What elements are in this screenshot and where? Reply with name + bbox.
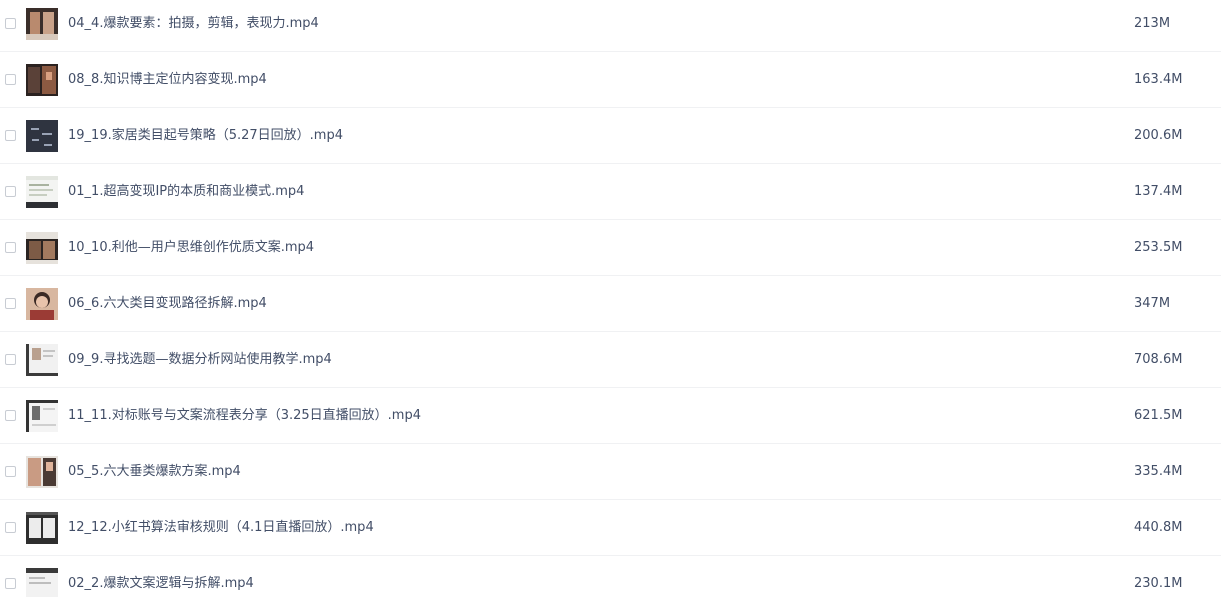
file-row[interactable]: 06_6.六大类目变现路径拆解.mp4 347M [0, 276, 1221, 332]
row-checkbox[interactable] [5, 298, 16, 309]
file-name[interactable]: 05_5.六大垂类爆款方案.mp4 [68, 463, 241, 481]
file-name[interactable]: 06_6.六大类目变现路径拆解.mp4 [68, 295, 267, 313]
file-size: 200.6M [1134, 128, 1183, 143]
video-thumbnail[interactable] [26, 512, 58, 544]
row-checkbox[interactable] [5, 18, 16, 29]
row-checkbox[interactable] [5, 466, 16, 477]
video-thumbnail[interactable] [26, 400, 58, 432]
file-row[interactable]: 02_2.爆款文案逻辑与拆解.mp4 230.1M [0, 556, 1221, 597]
file-name[interactable]: 04_4.爆款要素：拍摄，剪辑，表现力.mp4 [68, 15, 319, 33]
file-name[interactable]: 08_8.知识博主定位内容变现.mp4 [68, 71, 267, 89]
file-row[interactable]: 19_19.家居类目起号策略（5.27日回放）.mp4 200.6M [0, 108, 1221, 164]
file-name[interactable]: 01_1.超高变现IP的本质和商业模式.mp4 [68, 183, 304, 201]
file-row[interactable]: 09_9.寻找选题—数据分析网站使用教学.mp4 708.6M [0, 332, 1221, 388]
video-thumbnail[interactable] [26, 120, 58, 152]
file-size: 253.5M [1134, 240, 1183, 255]
file-size: 347M [1134, 296, 1171, 311]
file-row[interactable]: 01_1.超高变现IP的本质和商业模式.mp4 137.4M [0, 164, 1221, 220]
file-size: 163.4M [1134, 72, 1183, 87]
row-checkbox[interactable] [5, 522, 16, 533]
row-checkbox[interactable] [5, 130, 16, 141]
file-size: 230.1M [1134, 576, 1183, 591]
file-size: 440.8M [1134, 520, 1183, 535]
file-list: 04_4.爆款要素：拍摄，剪辑，表现力.mp4 213M 08_8.知识博主定位… [0, 0, 1221, 597]
file-size: 213M [1134, 16, 1171, 31]
file-name[interactable]: 12_12.小红书算法审核规则（4.1日直播回放）.mp4 [68, 519, 374, 537]
row-checkbox[interactable] [5, 410, 16, 421]
file-row[interactable]: 10_10.利他—用户思维创作优质文案.mp4 253.5M [0, 220, 1221, 276]
video-thumbnail[interactable] [26, 232, 58, 264]
file-size: 335.4M [1134, 464, 1183, 479]
video-thumbnail[interactable] [26, 568, 58, 597]
file-row[interactable]: 04_4.爆款要素：拍摄，剪辑，表现力.mp4 213M [0, 0, 1221, 52]
file-row[interactable]: 12_12.小红书算法审核规则（4.1日直播回放）.mp4 440.8M [0, 500, 1221, 556]
file-row[interactable]: 05_5.六大垂类爆款方案.mp4 335.4M [0, 444, 1221, 500]
file-size: 708.6M [1134, 352, 1183, 367]
video-thumbnail[interactable] [26, 8, 58, 40]
row-checkbox[interactable] [5, 242, 16, 253]
row-checkbox[interactable] [5, 354, 16, 365]
file-row[interactable]: 11_11.对标账号与文案流程表分享（3.25日直播回放）.mp4 621.5M [0, 388, 1221, 444]
file-name[interactable]: 11_11.对标账号与文案流程表分享（3.25日直播回放）.mp4 [68, 407, 421, 425]
file-name[interactable]: 02_2.爆款文案逻辑与拆解.mp4 [68, 575, 254, 593]
video-thumbnail[interactable] [26, 344, 58, 376]
video-thumbnail[interactable] [26, 456, 58, 488]
video-thumbnail[interactable] [26, 64, 58, 96]
row-checkbox[interactable] [5, 74, 16, 85]
file-size: 621.5M [1134, 408, 1183, 423]
file-name[interactable]: 10_10.利他—用户思维创作优质文案.mp4 [68, 239, 314, 257]
video-thumbnail[interactable] [26, 176, 58, 208]
row-checkbox[interactable] [5, 578, 16, 589]
file-size: 137.4M [1134, 184, 1183, 199]
video-thumbnail[interactable] [26, 288, 58, 320]
file-name[interactable]: 19_19.家居类目起号策略（5.27日回放）.mp4 [68, 127, 343, 145]
file-row[interactable]: 08_8.知识博主定位内容变现.mp4 163.4M [0, 52, 1221, 108]
file-name[interactable]: 09_9.寻找选题—数据分析网站使用教学.mp4 [68, 351, 332, 369]
row-checkbox[interactable] [5, 186, 16, 197]
